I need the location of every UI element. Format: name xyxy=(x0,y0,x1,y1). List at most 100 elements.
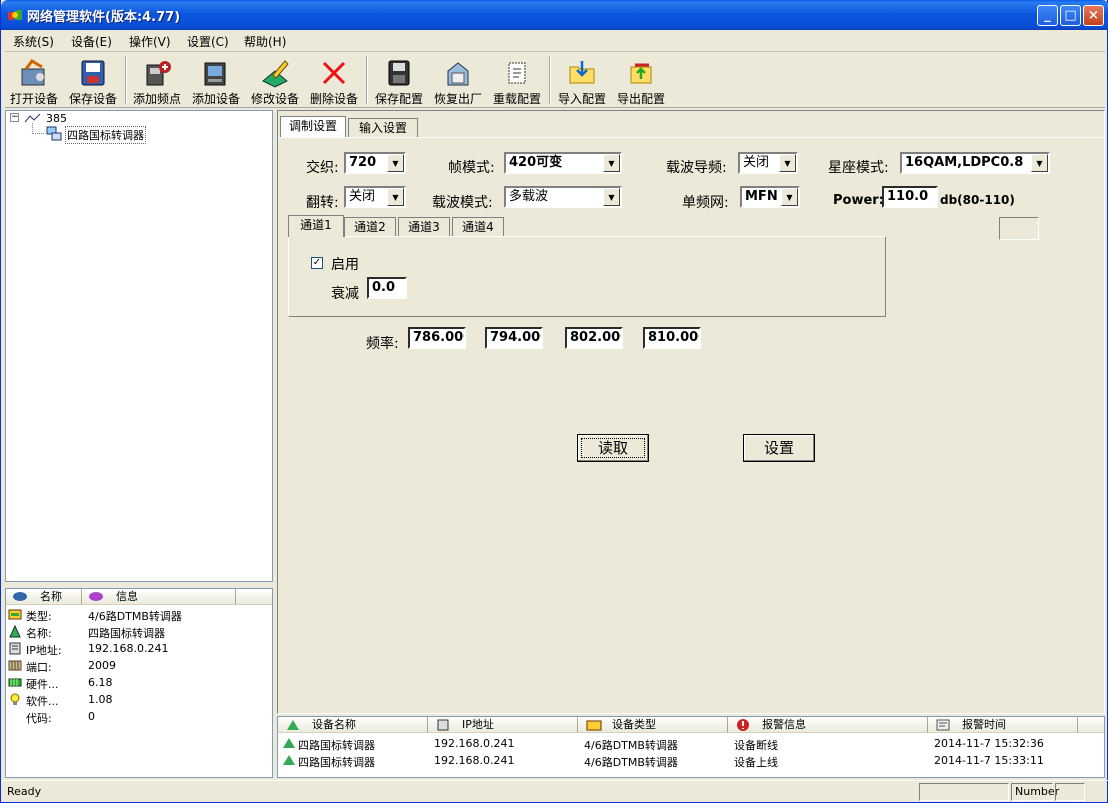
pilot-select[interactable]: 关闭 ▼ xyxy=(738,152,798,174)
status-bar: Ready Number xyxy=(1,780,1108,803)
hardware-icon xyxy=(8,678,22,687)
minimize-button[interactable]: _ xyxy=(1037,5,1058,26)
sfn-select[interactable]: MFN ▼ xyxy=(740,186,800,208)
tree-line xyxy=(32,133,44,134)
sfn-label: 单频网: xyxy=(682,195,729,211)
interleave-select[interactable]: 720 ▼ xyxy=(344,152,406,174)
tab-channel-4[interactable]: 通道4 xyxy=(452,217,504,237)
export-config-icon xyxy=(630,63,652,84)
close-button[interactable]: × xyxy=(1083,5,1104,26)
menu-system[interactable]: 系统(S) xyxy=(13,33,54,50)
carrier-mode-select[interactable]: 多载波 ▼ xyxy=(504,186,622,208)
tab-channel-2[interactable]: 通道2 xyxy=(344,217,396,237)
alarm-list: 设备名称 IP地址 设备类型 报警信息 报警时间 四路国标转调器 192.168… xyxy=(277,716,1105,778)
ip-address-icon xyxy=(437,719,449,731)
add-frequency-button[interactable]: 添加频点 xyxy=(128,54,186,106)
pane-splitter[interactable] xyxy=(5,583,273,587)
info-row: 软件... 1.08 xyxy=(6,691,272,708)
menu-device[interactable]: 设备(E) xyxy=(71,33,112,50)
frequency-input-4[interactable]: 810.000 xyxy=(643,327,701,349)
device-name-icon xyxy=(283,755,295,765)
delete-device-icon xyxy=(322,61,346,85)
delete-device-label: 删除设备 xyxy=(309,92,358,106)
import-config-icon xyxy=(569,61,595,84)
open-device-label: 打开设备 xyxy=(9,92,58,106)
alarm-row[interactable]: 四路国标转调器 192.168.0.241 4/6路DTMB转调器 设备断线 2… xyxy=(278,735,1104,752)
frequency-input-3[interactable]: 802.000 xyxy=(565,327,623,349)
alarm-header-type[interactable]: 设备类型 xyxy=(578,717,728,733)
frame-mode-select[interactable]: 420可变 ▼ xyxy=(504,152,622,174)
import-config-button[interactable]: 导入配置 xyxy=(553,54,611,106)
restore-factory-button[interactable]: 恢复出厂 xyxy=(429,54,487,106)
toolbar: 打开设备 保存设备 添加频点 添加设备 修改设备 删除设备 保存配置 恢复出厂 … xyxy=(5,52,1105,108)
device-name-icon xyxy=(287,720,299,730)
export-config-label: 导出配置 xyxy=(616,92,665,106)
tab-channel-3[interactable]: 通道3 xyxy=(398,217,450,237)
power-input[interactable]: 110.0 xyxy=(882,186,938,208)
interleave-label: 交织: xyxy=(306,160,339,176)
save-device-icon xyxy=(81,60,105,86)
tree-collapse-toggle[interactable]: − xyxy=(10,113,19,122)
menu-operation[interactable]: 操作(V) xyxy=(129,33,171,50)
frame-mode-label: 帧模式: xyxy=(448,160,495,176)
constellation-select[interactable]: 16QAM,LDPC0.8 ▼ xyxy=(900,152,1050,174)
chevron-down-icon: ▼ xyxy=(387,154,404,172)
frequency-input-2[interactable]: 794.000 xyxy=(485,327,543,349)
software-icon xyxy=(10,693,20,705)
add-frequency-label: 添加频点 xyxy=(132,92,181,106)
tree-device-node[interactable]: 四路国标转调器 xyxy=(65,126,146,144)
tab-modulation[interactable]: 调制设置 xyxy=(280,116,346,138)
set-button[interactable]: 设置 xyxy=(743,434,815,462)
menu-help[interactable]: 帮助(H) xyxy=(244,33,286,50)
alarm-row[interactable]: 四路国标转调器 192.168.0.241 4/6路DTMB转调器 设备上线 2… xyxy=(278,752,1104,769)
save-device-button[interactable]: 保存设备 xyxy=(64,54,122,106)
attenuation-input[interactable]: 0.0 xyxy=(367,277,407,299)
toolbar-separator xyxy=(366,56,368,104)
maximize-button[interactable]: □ xyxy=(1060,5,1081,26)
device-info-list: 名称 信息 类型: 4/6路DTMB转调器 名称: 四路国标转调器 IP地址: … xyxy=(5,588,273,778)
alarm-header-time[interactable]: 报警时间 xyxy=(928,717,1078,733)
add-device-button[interactable]: 添加设备 xyxy=(187,54,245,106)
name-column-icon xyxy=(13,592,27,601)
export-config-button[interactable]: 导出配置 xyxy=(612,54,670,106)
delete-device-button[interactable]: 删除设备 xyxy=(305,54,363,106)
alarm-header-name[interactable]: 设备名称 xyxy=(278,717,428,733)
alarm-header-ip[interactable]: IP地址 xyxy=(428,717,578,733)
port-icon xyxy=(8,660,22,671)
read-button[interactable]: 读取 xyxy=(577,434,649,462)
channel-panel: ✓ 启用 衰减 0.0 xyxy=(288,236,886,317)
info-header-value[interactable]: 信息 xyxy=(82,589,236,605)
status-panel xyxy=(1055,783,1085,801)
open-device-button[interactable]: 打开设备 xyxy=(5,54,63,106)
tab-channel-1[interactable]: 通道1 xyxy=(288,215,344,237)
pilot-label: 载波导频: xyxy=(666,160,727,176)
menu-settings[interactable]: 设置(C) xyxy=(187,33,229,50)
chevron-down-icon: ▼ xyxy=(387,188,404,206)
edit-device-button[interactable]: 修改设备 xyxy=(246,54,304,106)
chevron-down-icon: ▼ xyxy=(1031,154,1048,172)
app-icon xyxy=(8,10,22,20)
reload-config-button[interactable]: 重载配置 xyxy=(488,54,546,106)
window-title: 网络管理软件(版本:4.77) xyxy=(27,10,181,25)
flip-select[interactable]: 关闭 ▼ xyxy=(344,186,406,208)
frequency-label: 频率: xyxy=(366,336,399,352)
enable-checkbox[interactable]: ✓ xyxy=(311,257,323,269)
chevron-down-icon: ▼ xyxy=(779,154,796,172)
tree-root-node[interactable]: 385 xyxy=(46,112,67,125)
info-header-name[interactable]: 名称 xyxy=(6,589,82,605)
frequency-input-1[interactable]: 786.000 xyxy=(408,327,466,349)
chevron-down-icon: ▼ xyxy=(781,188,798,206)
alarm-header-message[interactable]: 报警信息 xyxy=(728,717,928,733)
edit-device-label: 修改设备 xyxy=(250,92,299,106)
info-row: 名称: 四路国标转调器 xyxy=(6,623,272,640)
import-config-label: 导入配置 xyxy=(557,92,606,106)
device-tree: − 385 四路国标转调器 xyxy=(5,110,273,582)
save-config-button[interactable]: 保存配置 xyxy=(370,54,428,106)
tab-input[interactable]: 输入设置 xyxy=(348,118,418,138)
status-text: Ready xyxy=(7,785,42,798)
info-row: 类型: 4/6路DTMB转调器 xyxy=(6,606,272,623)
add-frequency-icon xyxy=(146,61,171,86)
clock-icon xyxy=(936,719,950,731)
main-window: 网络管理软件(版本:4.77) _ □ × 系统(S) 设备(E) 操作(V) … xyxy=(0,0,1108,803)
chevron-down-icon: ▼ xyxy=(603,188,620,206)
